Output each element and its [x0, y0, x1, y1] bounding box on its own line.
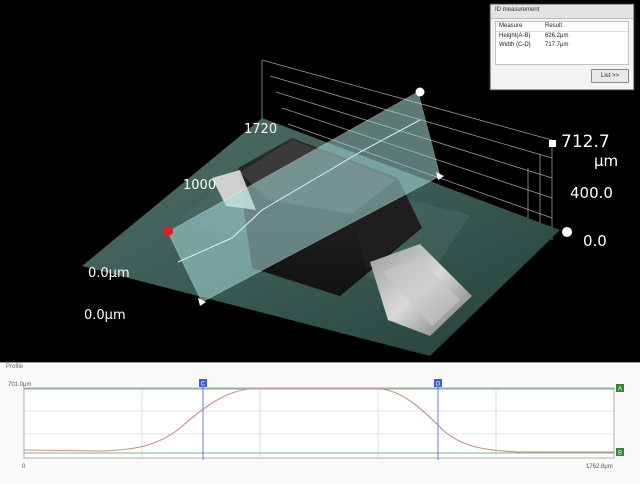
x-axis-zero: 0.0μm	[84, 308, 126, 323]
table-row[interactable]: Width (C-D) 717.7μm	[496, 41, 628, 50]
cursor-marker-b-label: B	[618, 451, 622, 457]
cut-top-handle[interactable]	[415, 87, 425, 97]
y-axis-mid-value: 1000	[183, 178, 217, 193]
cursor-marker-a-label: A	[618, 387, 622, 393]
profile-panel: Profile C D A B 701.0μm 0 1762.8μm	[0, 362, 640, 484]
measurement-panel-title: ID measurement	[491, 5, 633, 19]
measure-column-header: Measure	[499, 23, 523, 29]
measurement-panel: ID measurement Measure Result Height(A-B…	[490, 4, 634, 90]
3d-viewer[interactable]: 712.7 μm 400.0 0.0 1720 1000 0.0μm 0.0μm…	[0, 0, 640, 362]
z-axis-min-value: 0.0	[583, 232, 607, 250]
result-cell: 717.7μm	[545, 42, 569, 48]
z-axis-mid-value: 400.0	[570, 184, 613, 202]
profile-chart[interactable]: C D A B 701.0μm 0 1762.8μm	[0, 362, 640, 484]
z-axis-max-value: 712.7	[561, 132, 610, 152]
profile-x-max-label: 1762.8μm	[586, 464, 613, 470]
profile-x-min-label: 0	[22, 464, 26, 470]
measure-cell: Width (C-D)	[499, 42, 531, 48]
y-axis-zero: 0.0μm	[88, 266, 130, 281]
cursor-marker-d-label: D	[436, 382, 441, 388]
table-row[interactable]: Height(A-B) 626.2μm	[496, 32, 628, 41]
cut-start-handle[interactable]	[163, 226, 173, 236]
cursor-marker-c-label: C	[201, 382, 206, 388]
result-column-header: Result	[545, 23, 563, 29]
measurement-table: Measure Result Height(A-B) 626.2μm Width…	[495, 21, 629, 65]
measurement-table-header: Measure Result	[496, 22, 628, 32]
axis-handle[interactable]	[562, 227, 572, 237]
result-cell: 626.2μm	[545, 33, 569, 39]
y-axis-max-value: 1720	[244, 122, 278, 137]
z-max-marker	[549, 140, 556, 147]
profile-plot-area	[23, 387, 615, 459]
list-button[interactable]: List >>	[591, 69, 629, 83]
profile-y-top-label: 701.0μm	[8, 382, 31, 388]
z-axis-unit: μm	[594, 152, 619, 170]
measure-cell: Height(A-B)	[499, 33, 531, 39]
